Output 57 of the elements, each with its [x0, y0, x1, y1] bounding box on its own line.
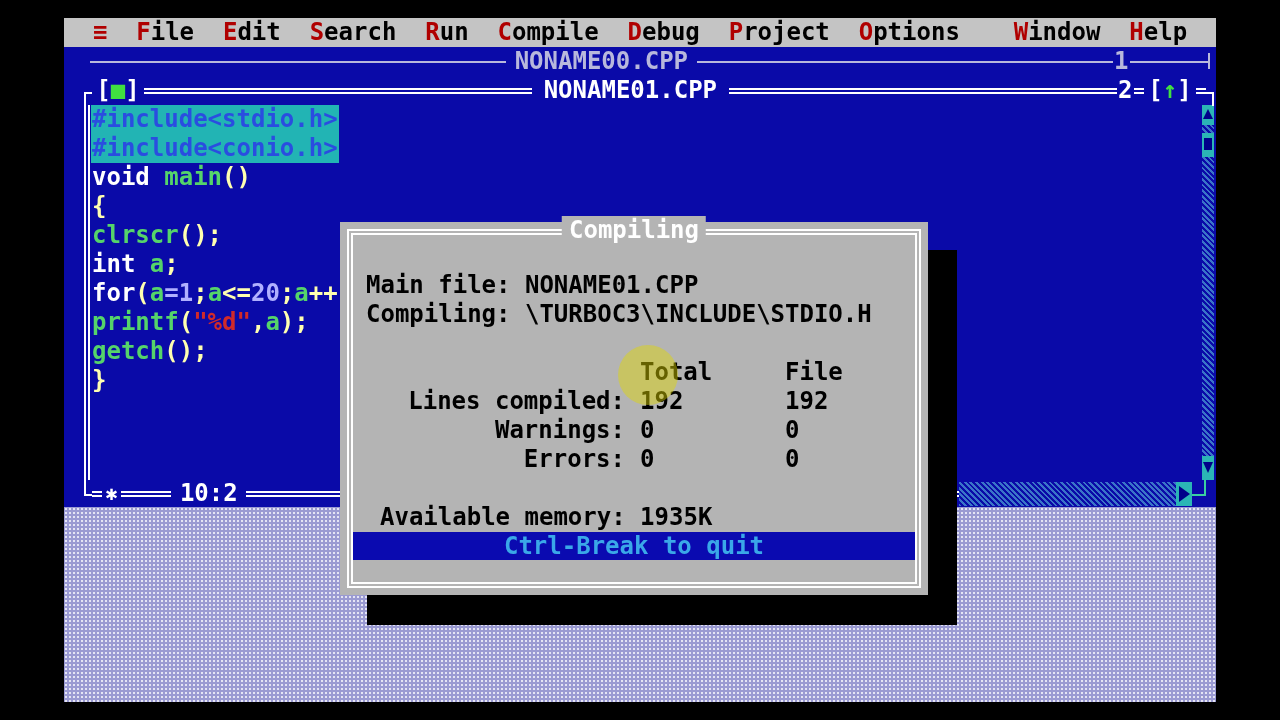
stat-value: 192: [785, 387, 830, 416]
cursor-position: 10:2: [178, 479, 239, 508]
code-line: printf("%d",a);: [91, 308, 310, 337]
field-value: \TURBOC3\INCLUDE\STDIO.H: [524, 300, 872, 328]
modified-marker: ✱: [104, 480, 119, 507]
dialog-title: Compiling: [561, 216, 707, 245]
memory-label: Available memory:: [380, 503, 626, 531]
stat-value: 0: [640, 445, 656, 474]
scroll-right-icon[interactable]: [1176, 481, 1192, 506]
code-line: clrscr();: [91, 221, 224, 250]
stat-value: 0: [785, 416, 801, 445]
scroll-thumb[interactable]: [1202, 133, 1214, 157]
window-title[interactable]: NONAME00.CPP: [506, 47, 697, 76]
vertical-scrollbar[interactable]: [1202, 105, 1214, 480]
field-label: Main file:: [366, 271, 511, 299]
stat-label: Lines compiled:: [407, 387, 625, 416]
code-line: }: [91, 366, 108, 395]
menu-item[interactable]: Options: [858, 18, 960, 47]
frame-corner: [1192, 480, 1206, 496]
code-line: int a;: [91, 250, 180, 279]
frame-line: [92, 490, 102, 497]
menu-item[interactable]: Compile: [497, 18, 599, 47]
menu-item[interactable]: Edit: [222, 18, 281, 47]
menu-item[interactable]: Project: [728, 18, 830, 47]
memory-value: 1935K: [640, 503, 713, 531]
column-header: File: [785, 358, 844, 387]
menu-item[interactable]: Window: [1013, 18, 1101, 47]
stat-value: 192: [640, 387, 685, 416]
frame-line: [1134, 87, 1144, 94]
stat-value: 0: [640, 416, 656, 445]
frame-line: [1196, 87, 1206, 94]
window-title: NONAME01.CPP: [542, 76, 719, 105]
scroll-down-icon[interactable]: [1202, 456, 1214, 480]
zoom-box[interactable]: [↑]: [1144, 76, 1196, 105]
menu-item[interactable]: Run: [425, 18, 469, 47]
code-line: for(a=1;a<=20;a++: [91, 279, 339, 308]
horizontal-scrollbar[interactable]: [959, 481, 1192, 506]
system-menu-button[interactable]: ≡: [92, 18, 108, 47]
stat-label: Errors:: [522, 445, 625, 474]
stat-value: 0: [785, 445, 801, 474]
quit-hint-bar: Ctrl-Break to quit: [353, 532, 915, 560]
window-number: 2: [1117, 76, 1134, 105]
menu-item[interactable]: Search: [309, 18, 397, 47]
code-line: getch();: [91, 337, 209, 366]
menu-item[interactable]: Help: [1129, 18, 1188, 47]
code-line: {: [91, 192, 108, 221]
close-box[interactable]: [■]: [92, 76, 144, 105]
menu-item[interactable]: File: [136, 18, 195, 47]
scroll-up-icon[interactable]: [1202, 105, 1214, 125]
code-line: void main(): [91, 163, 252, 192]
frame-corner: [84, 480, 92, 496]
field-label: Compiling:: [366, 300, 511, 328]
frame-line: [121, 490, 172, 497]
stat-label: Warnings:: [493, 416, 625, 445]
menu-item[interactable]: Debug: [627, 18, 700, 47]
window-number: 1: [1113, 47, 1130, 76]
field-value: NONAME01.CPP: [524, 271, 699, 299]
